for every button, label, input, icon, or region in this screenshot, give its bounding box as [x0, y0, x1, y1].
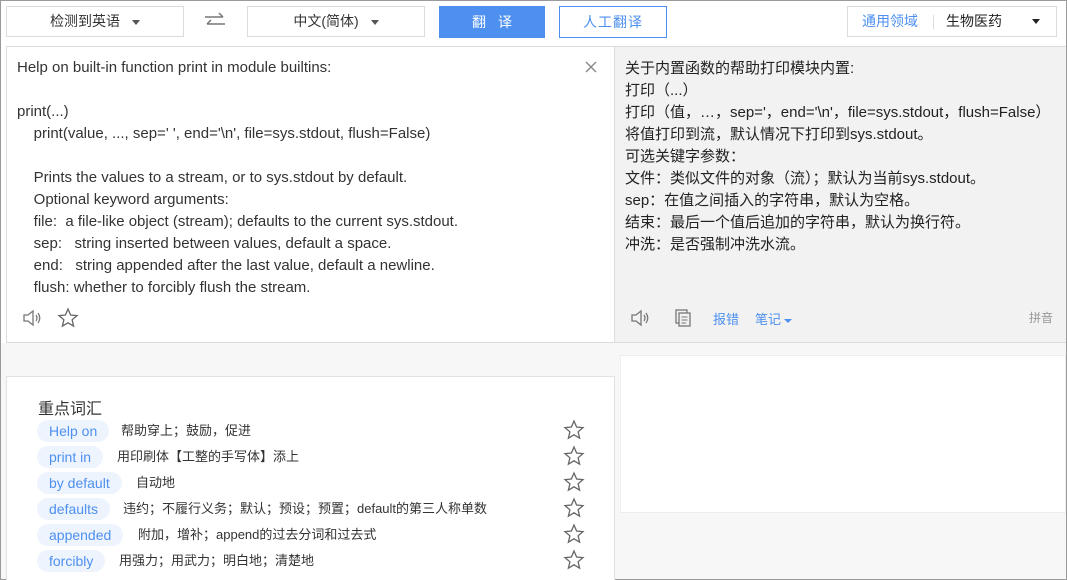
- target-language-select[interactable]: 中文(简体): [247, 6, 425, 37]
- domain-select[interactable]: 通用领域 生物医药: [847, 6, 1057, 37]
- source-language-label: 检测到英语: [50, 13, 120, 29]
- vocab-row: appended 附加，增补；append的过去分词和过去式: [37, 523, 597, 547]
- source-text-input[interactable]: Help on built-in function print in modul…: [17, 57, 577, 299]
- source-panel[interactable]: Help on built-in function print in modul…: [6, 46, 615, 343]
- key-vocabulary-panel: 重点词汇 Help on 帮助穿上；鼓励，促进 print in 用印刷体【工整…: [6, 376, 615, 580]
- vocab-row: defaults 违约；不履行义务；默认；预设；预置；default的第三人称单…: [37, 497, 597, 521]
- vocab-favorite-button[interactable]: [563, 523, 585, 545]
- translate-button[interactable]: 翻译: [439, 6, 545, 38]
- star-outline-icon: [563, 445, 585, 466]
- source-favorite-button[interactable]: [57, 307, 79, 334]
- vocab-favorite-button[interactable]: [563, 497, 585, 519]
- vocab-row: forcibly 用强力；用武力；明白地；清楚地: [37, 549, 597, 573]
- copy-button[interactable]: [673, 308, 693, 331]
- vocab-term[interactable]: by default: [37, 472, 122, 494]
- domain-general-link[interactable]: 通用领域: [862, 7, 918, 36]
- vocab-favorite-button[interactable]: [563, 549, 585, 571]
- swap-arrows-icon: [205, 12, 225, 25]
- source-speaker-button[interactable]: [21, 307, 43, 334]
- notes-dropdown[interactable]: 笔记: [755, 309, 793, 328]
- vocab-favorite-button[interactable]: [563, 445, 585, 467]
- vocab-term[interactable]: appended: [37, 524, 124, 546]
- report-error-link[interactable]: 报错: [713, 309, 739, 328]
- notes-label: 笔记: [755, 312, 782, 327]
- target-speaker-button[interactable]: [629, 307, 651, 332]
- pinyin-toggle[interactable]: 拼音: [1029, 309, 1053, 326]
- vocab-definition: 自动地: [136, 475, 176, 490]
- clear-button[interactable]: [583, 59, 599, 75]
- side-content-area: [620, 355, 1066, 513]
- close-icon: [585, 61, 597, 73]
- domain-divider: [933, 15, 934, 29]
- vocab-row: print in 用印刷体【工整的手写体】添上: [37, 445, 597, 469]
- copy-icon: [675, 309, 691, 327]
- human-translate-button[interactable]: 人工翻译: [559, 6, 667, 38]
- vocab-term[interactable]: print in: [37, 446, 104, 468]
- vocab-row: Help on 帮助穿上；鼓励，促进: [37, 419, 597, 443]
- domain-value: 生物医药: [946, 13, 1002, 29]
- star-outline-icon: [563, 471, 585, 492]
- vocab-definition: 用强力；用武力；明白地；清楚地: [119, 553, 315, 568]
- vocab-term[interactable]: forcibly: [37, 550, 106, 572]
- speaker-icon: [631, 309, 649, 327]
- vocab-favorite-button[interactable]: [563, 471, 585, 493]
- star-outline-icon: [563, 523, 585, 544]
- vocab-term[interactable]: Help on: [37, 420, 110, 442]
- target-panel: 关于内置函数的帮助打印模块内置: 打印（...） 打印（值，…，sep='，en…: [615, 46, 1066, 343]
- vocab-term[interactable]: defaults: [37, 498, 111, 520]
- star-outline-icon: [57, 307, 79, 328]
- caret-down-icon: [784, 318, 793, 323]
- swap-languages-button[interactable]: [201, 9, 229, 33]
- target-language-label: 中文(简体): [293, 13, 359, 29]
- speaker-icon: [23, 309, 41, 327]
- chevron-down-icon: [132, 19, 140, 25]
- vocab-definition: 违约；不履行义务；默认；预设；预置；default的第三人称单数: [123, 501, 488, 516]
- chevron-down-icon: [370, 19, 379, 25]
- star-outline-icon: [563, 497, 585, 518]
- vocab-definition: 用印刷体【工整的手写体】添上: [117, 449, 300, 464]
- vocabulary-title: 重点词汇: [38, 401, 103, 418]
- star-outline-icon: [563, 549, 585, 570]
- vocab-definition: 帮助穿上；鼓励，促进: [121, 423, 252, 438]
- vocab-row: by default 自动地: [37, 471, 597, 495]
- translation-output: 关于内置函数的帮助打印模块内置: 打印（...） 打印（值，…，sep='，en…: [625, 60, 1051, 253]
- vocab-definition: 附加，增补；append的过去分词和过去式: [138, 527, 377, 542]
- star-outline-icon: [563, 419, 585, 440]
- top-toolbar: 检测到英语 中文(简体) 翻译 人工翻译 通用领域 生物医药: [1, 1, 1066, 45]
- chevron-down-icon: [1032, 19, 1040, 24]
- vocab-favorite-button[interactable]: [563, 419, 585, 441]
- source-language-select[interactable]: 检测到英语: [6, 6, 184, 37]
